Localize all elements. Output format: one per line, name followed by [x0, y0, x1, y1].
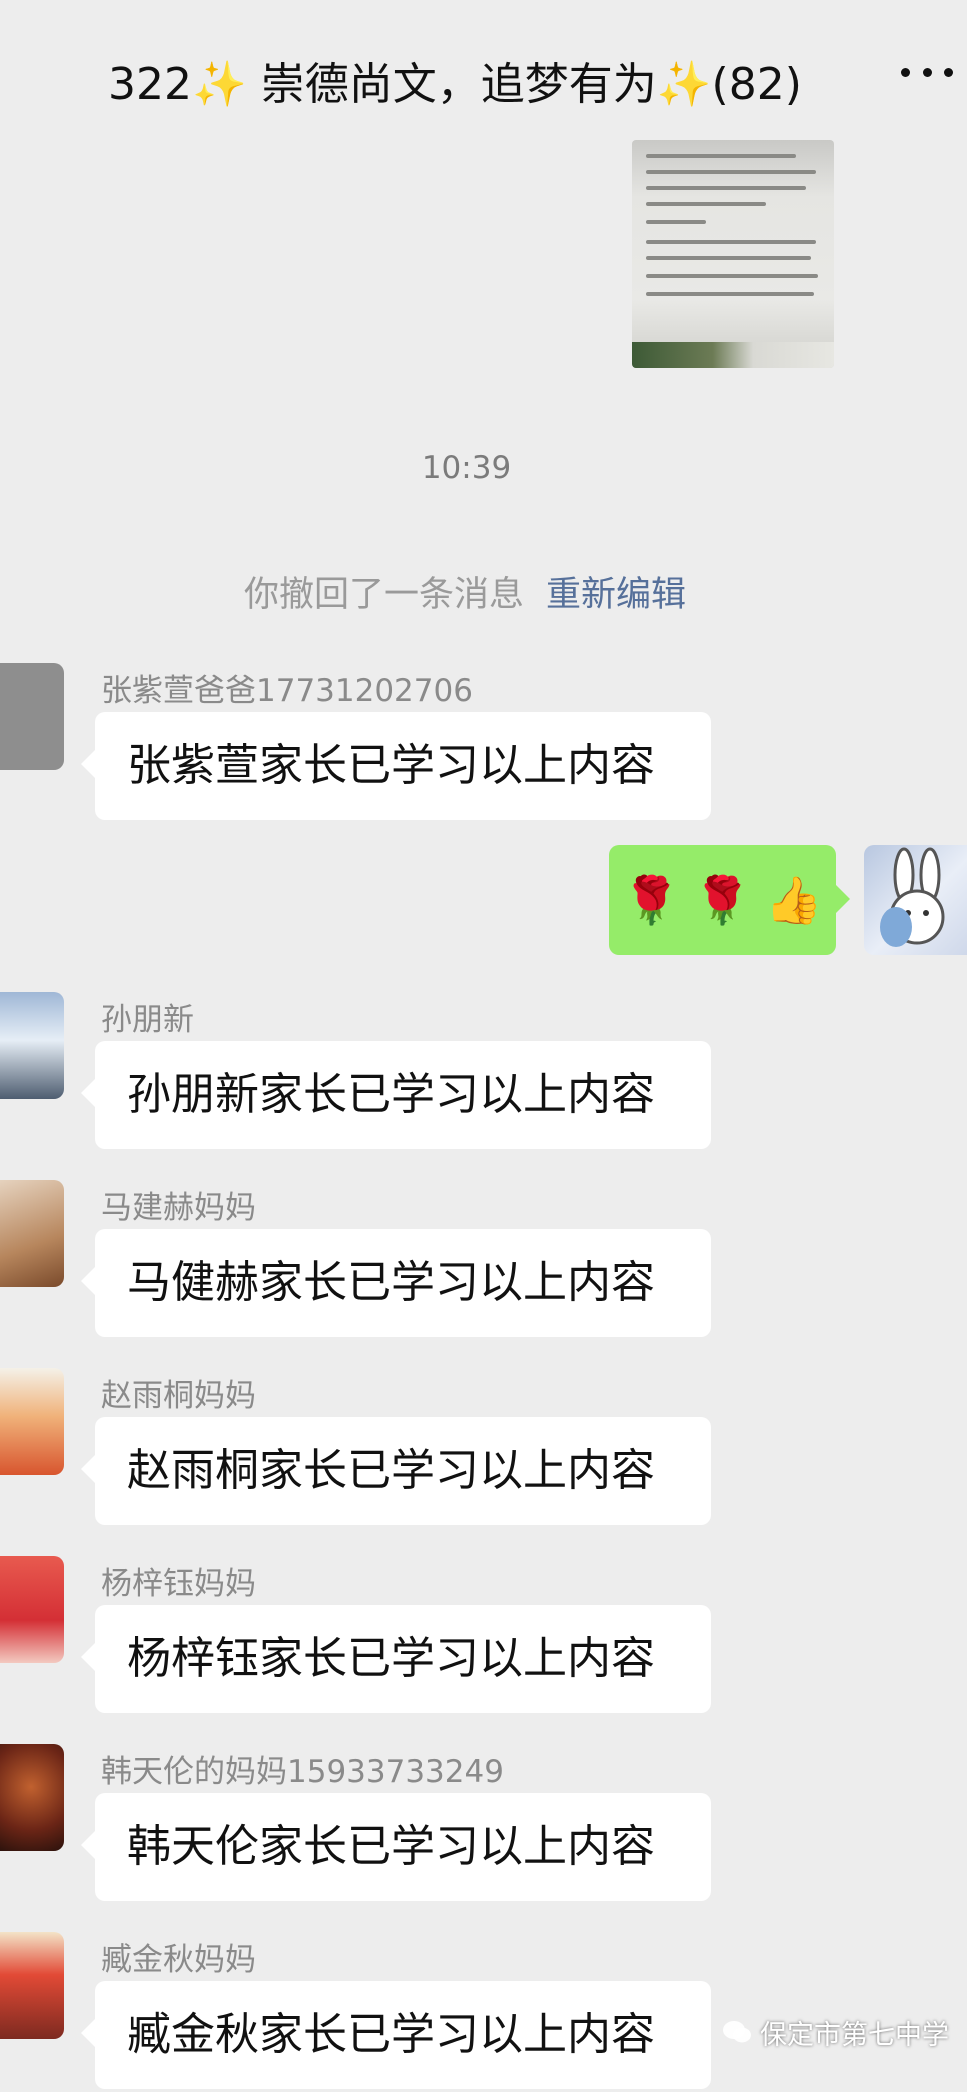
chat-message: 孙朋新 孙朋新家长已学习以上内容: [0, 992, 967, 1152]
message-bubble[interactable]: 臧金秋家长已学习以上内容: [81, 1981, 711, 2089]
avatar[interactable]: [0, 663, 64, 770]
chat-message: 杨梓钰妈妈 杨梓钰家长已学习以上内容: [0, 1556, 967, 1716]
re-edit-link[interactable]: 重新编辑: [546, 575, 686, 615]
watermark: 保定市第七中学: [722, 2012, 967, 2052]
self-avatar[interactable]: [864, 845, 967, 955]
sender-name: 孙朋新: [101, 1002, 194, 1038]
avatar[interactable]: [0, 1180, 64, 1287]
message-timestamp: 10:39: [421, 450, 512, 486]
avatar[interactable]: [0, 992, 64, 1099]
message-bubble[interactable]: 孙朋新家长已学习以上内容: [81, 1041, 711, 1149]
chat-message: 张紫萱爸爸17731202706 张紫萱家长已学习以上内容: [0, 663, 967, 823]
avatar[interactable]: [0, 1932, 64, 2039]
watermark-text: 保定市第七中学: [760, 2019, 949, 2051]
rose-emoji: 🌹: [693, 873, 752, 927]
recall-notice: 你撤回了一条消息 重新编辑: [0, 566, 930, 617]
more-icon[interactable]: [901, 52, 953, 92]
self-message-bubble[interactable]: 🌹 🌹 👍: [609, 845, 850, 955]
sender-name: 赵雨桐妈妈: [101, 1378, 256, 1414]
sender-name: 杨梓钰妈妈: [101, 1566, 256, 1602]
sender-name: 臧金秋妈妈: [101, 1942, 256, 1978]
avatar[interactable]: [0, 1556, 64, 1663]
sender-name: 张紫萱爸爸17731202706: [101, 673, 473, 709]
rose-emoji: 🌹: [622, 873, 680, 927]
message-bubble[interactable]: 张紫萱家长已学习以上内容: [81, 712, 711, 820]
recall-text: 你撤回了一条消息: [243, 575, 524, 615]
sender-name: 马建赫妈妈: [101, 1190, 256, 1226]
shared-image-message[interactable]: [632, 140, 834, 368]
sender-name: 韩天伦的妈妈15933733249: [101, 1754, 504, 1790]
chat-title: 322✨ 崇德尚文，追梦有为✨(82): [108, 59, 802, 110]
message-bubble[interactable]: 马健赫家长已学习以上内容: [81, 1229, 711, 1337]
chat-header: 322✨ 崇德尚文，追梦有为✨(82): [0, 0, 967, 140]
avatar[interactable]: [0, 1368, 64, 1475]
wechat-channel-icon: [723, 2021, 751, 2043]
message-bubble[interactable]: 赵雨桐家长已学习以上内容: [81, 1417, 711, 1525]
chat-message: 韩天伦的妈妈15933733249 韩天伦家长已学习以上内容: [0, 1744, 967, 1904]
avatar[interactable]: [0, 1744, 64, 1851]
thumbs-up-emoji: 👍: [765, 873, 823, 927]
message-bubble[interactable]: 杨梓钰家长已学习以上内容: [81, 1605, 711, 1713]
chat-message: 马建赫妈妈 马健赫家长已学习以上内容: [0, 1180, 967, 1340]
message-bubble[interactable]: 韩天伦家长已学习以上内容: [81, 1793, 711, 1901]
chat-message: 赵雨桐妈妈 赵雨桐家长已学习以上内容: [0, 1368, 967, 1528]
